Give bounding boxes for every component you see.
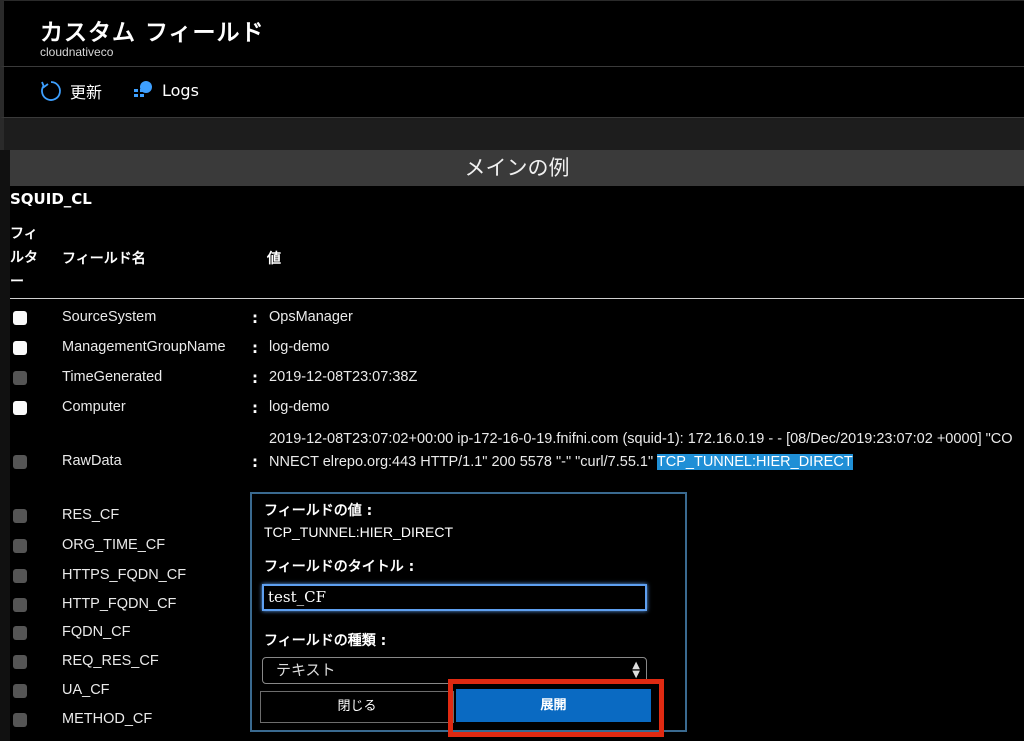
rawdata-value[interactable]: 2019-12-08T23:07:02+00:00 ip-172-16-0-19…: [269, 428, 1014, 474]
field-value: OpsManager: [269, 309, 353, 325]
refresh-icon: [41, 81, 61, 101]
field-name: Computer: [62, 399, 126, 415]
field-title-input[interactable]: test_CF: [262, 584, 647, 611]
field-name: ManagementGroupName: [62, 339, 226, 355]
spacer: [0, 118, 1024, 150]
page-header: カスタム フィールド cloudnativeco: [0, 0, 1024, 66]
separator: :: [252, 399, 258, 417]
field-name: METHOD_CF: [62, 711, 153, 727]
column-header-filter: フィルター: [10, 226, 38, 290]
logs-icon: [134, 81, 152, 97]
separator: :: [252, 453, 258, 471]
row-filter-checkbox[interactable]: [13, 455, 27, 469]
field-name: UA_CF: [62, 682, 110, 698]
row-filter-checkbox[interactable]: [13, 371, 27, 385]
select-arrows-icon: ▲ ▼: [632, 660, 640, 680]
page-title: カスタム フィールド: [40, 20, 265, 46]
row-filter-checkbox[interactable]: [13, 655, 27, 669]
logs-button[interactable]: Logs: [132, 79, 199, 101]
field-name: RES_CF: [62, 507, 120, 523]
logs-label: Logs: [162, 80, 199, 100]
table-row: TimeGenerated : 2019-12-08T23:07:38Z: [10, 363, 1024, 393]
page-subtitle: cloudnativeco: [40, 45, 114, 59]
selected-text[interactable]: TCP_TUNNEL:HIER_DIRECT: [656, 454, 853, 470]
divider: [10, 298, 1024, 299]
field-name: SourceSystem: [62, 309, 157, 325]
separator: :: [252, 369, 258, 387]
field-name: REQ_RES_CF: [62, 653, 159, 669]
row-filter-checkbox[interactable]: [13, 311, 27, 325]
field-value-display: TCP_TUNNEL:HIER_DIRECT: [264, 524, 454, 540]
row-filter-checkbox[interactable]: [13, 539, 27, 553]
field-name: HTTP_FQDN_CF: [62, 596, 177, 612]
row-filter-checkbox[interactable]: [13, 509, 27, 523]
row-filter-checkbox[interactable]: [13, 684, 27, 698]
field-value: 2019-12-08T23:07:38Z: [269, 369, 418, 385]
field-title-label: フィールドのタイトル :: [264, 559, 415, 575]
column-header-field-name: フィールド名: [62, 251, 146, 267]
custom-field-panel: メインの例 SQUID_CL フィルター フィールド名 値 SourceSyst…: [10, 150, 1024, 741]
close-button[interactable]: 閉じる: [260, 691, 454, 723]
refresh-button[interactable]: 更新: [40, 79, 102, 103]
field-value: log-demo: [269, 339, 330, 355]
expand-button[interactable]: 展開: [456, 689, 651, 722]
table-name: SQUID_CL: [10, 190, 92, 208]
field-name: RawData: [62, 453, 122, 469]
row-filter-checkbox[interactable]: [13, 341, 27, 355]
field-type-label: フィールドの種類 :: [264, 633, 387, 649]
field-name: ORG_TIME_CF: [62, 537, 166, 553]
custom-field-popup: フィールドの値 : TCP_TUNNEL:HIER_DIRECT フィールドのタ…: [250, 492, 687, 737]
field-value-label: フィールドの値 :: [264, 503, 373, 519]
row-filter-checkbox[interactable]: [13, 626, 27, 640]
separator: :: [252, 309, 258, 327]
toolbar: 更新 Logs: [0, 66, 1024, 118]
table-row: ManagementGroupName : log-demo: [10, 333, 1024, 363]
rawdata-text: 2019-12-08T23:07:02+00:00 ip-172-16-0-19…: [269, 431, 1013, 470]
row-filter-checkbox[interactable]: [13, 569, 27, 583]
table-row: Computer : log-demo: [10, 393, 1024, 423]
field-name: TimeGenerated: [62, 369, 163, 385]
field-name: FQDN_CF: [62, 624, 131, 640]
row-filter-checkbox[interactable]: [13, 598, 27, 612]
row-filter-checkbox[interactable]: [13, 401, 27, 415]
field-type-selected: テキスト: [276, 661, 336, 679]
row-filter-checkbox[interactable]: [13, 713, 27, 727]
field-value: log-demo: [269, 399, 330, 415]
field-name: HTTPS_FQDN_CF: [62, 567, 187, 583]
table-row: SourceSystem : OpsManager: [10, 303, 1024, 333]
column-header-value: 値: [267, 251, 281, 267]
separator: :: [252, 339, 258, 357]
panel-header: メインの例: [10, 150, 1024, 186]
refresh-label: 更新: [70, 83, 103, 102]
